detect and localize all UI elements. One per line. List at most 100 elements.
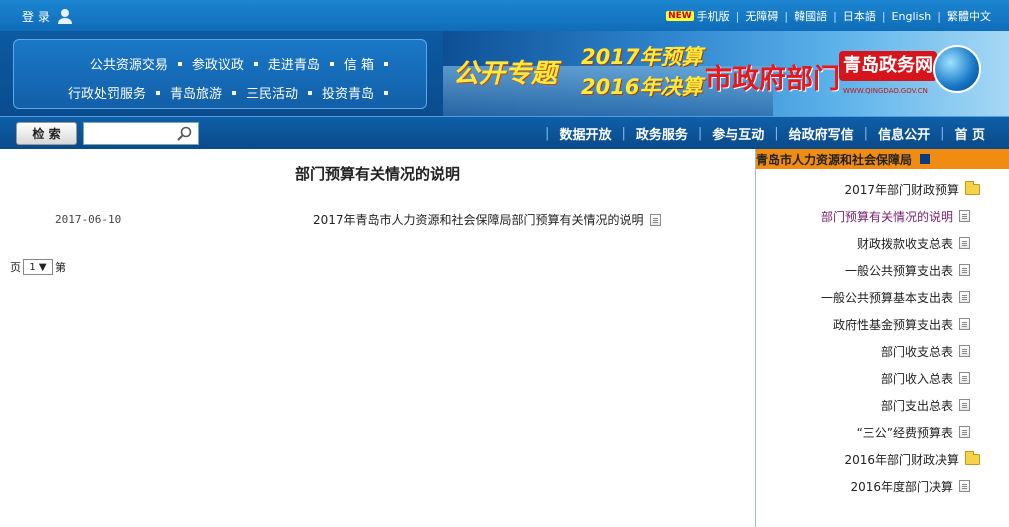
banner-image[interactable]: 公开专题 2017年预算 2016年决算 市政府部门 青岛政务网 WWW.QIN… <box>443 31 1009 116</box>
search-button[interactable]: 检 索 <box>16 122 77 145</box>
menu-interaction[interactable]: 参与互动 <box>702 124 774 143</box>
nav-invest[interactable]: 投资青岛 <box>322 83 398 102</box>
tree-item-three-public[interactable]: “三公”经费预算表 <box>857 422 970 442</box>
banner: 公共资源交易 参政议政 走进青岛 信 箱 行政处罚服务 青岛旅游 三民活动 投资… <box>0 31 1009 116</box>
tree-item-fund-budget[interactable]: 政府性基金预算支出表 <box>833 314 970 334</box>
document-icon <box>959 264 970 276</box>
document-icon <box>959 237 970 249</box>
document-icon <box>959 318 970 330</box>
tree-label: 部门收入总表 <box>880 371 953 386</box>
tree-item-budget-note[interactable]: 部门预算有关情况的说明 <box>821 206 970 226</box>
site-name: 青岛政务网 <box>839 51 937 81</box>
tree-label: 2017年部门财政预算 <box>844 182 959 197</box>
tree-label: 2016年部门财政决算 <box>844 452 959 467</box>
square-icon <box>920 154 931 164</box>
login-link[interactable]: 登 录 <box>22 7 74 25</box>
tree-label: 部门支出总表 <box>880 398 953 413</box>
nav-label: 信 箱 <box>343 58 374 73</box>
nav-political-participation[interactable]: 参政议政 <box>192 54 268 73</box>
nav-label: 走进青岛 <box>267 58 320 73</box>
pager-prefix: 第 <box>55 261 66 274</box>
search-icon[interactable] <box>176 126 192 142</box>
nav-about-qingdao[interactable]: 走进青岛 <box>268 54 344 73</box>
pager-suffix: 页 <box>10 261 21 274</box>
quick-nav: 公共资源交易 参政议政 走进青岛 信 箱 行政处罚服务 青岛旅游 三民活动 投资… <box>13 39 427 109</box>
bullet <box>155 90 160 95</box>
divider: | <box>784 9 789 23</box>
tree-label: 部门预算有关情况的说明 <box>820 209 953 224</box>
tree-folder-2016[interactable]: 2016年部门财政决算 <box>844 449 980 469</box>
main-menu: | 数据开放 | 政务服务 | 参与互动 | 给政府写信 | 信息公开 | 首 … <box>545 117 995 150</box>
document-icon <box>959 345 970 357</box>
tree-label: 2016年度部门决算 <box>850 479 953 494</box>
folder-icon <box>965 450 980 465</box>
sidebar: 青岛市人力资源和社会保障局 2017年部门财政预算 部门预算有关情况的说明 财政… <box>755 149 1009 527</box>
article-link[interactable]: 2017年青岛市人力资源和社会保障局部门预算有关情况的说明 <box>313 211 661 228</box>
sidebar-header: 青岛市人力资源和社会保障局 <box>756 149 1009 169</box>
tree-item-general-basic[interactable]: 一般公共预算基本支出表 <box>821 287 970 307</box>
nav-admin-penalty[interactable]: 行政处罚服务 <box>68 83 170 102</box>
banner-gov: 市政府部门 <box>705 64 840 95</box>
tree-item-dept-expense[interactable]: 部门支出总表 <box>881 395 970 415</box>
bullet <box>384 90 388 95</box>
nav-public-resources[interactable]: 公共资源交易 <box>90 54 192 73</box>
menu-open-data[interactable]: 数据开放 <box>549 124 621 143</box>
nav-label: 参政议政 <box>191 58 244 73</box>
article-date: 2017-06-10 <box>55 213 122 226</box>
top-links: NEW 手机版 | 无障碍 | 韓國語 | 日本語 | English | 繁體… <box>666 8 991 24</box>
divider: | <box>833 9 837 23</box>
banner-year-budget: 2017年预算 <box>581 45 703 69</box>
page-title: 部门预算有关情况的说明 <box>294 165 460 183</box>
nav-mailbox[interactable]: 信 箱 <box>344 54 398 73</box>
banner-topic: 公开专题 <box>453 59 558 89</box>
divider: | <box>735 9 740 23</box>
link-korean[interactable]: 韓國語 <box>794 8 827 24</box>
tree-item-dept-income[interactable]: 部门收入总表 <box>881 368 970 388</box>
top-bar: 登 录 NEW 手机版 | 无障碍 | 韓國語 | 日本語 | English … <box>0 0 1009 31</box>
menu-write-gov[interactable]: 给政府写信 <box>779 124 864 143</box>
bullet <box>231 90 236 95</box>
document-icon <box>959 399 970 411</box>
bullet <box>177 61 182 66</box>
nav-sanmin[interactable]: 三民活动 <box>246 83 322 102</box>
menu-home[interactable]: 首 页 <box>944 124 995 143</box>
site-logo[interactable]: 青岛政务网 WWW.QINGDAO.GOV.CN <box>837 41 987 103</box>
banner-year-final: 2016年决算 <box>581 75 703 99</box>
link-traditional-chinese[interactable]: 繁體中文 <box>947 8 991 24</box>
nav-label: 青岛旅游 <box>169 87 222 102</box>
bullet <box>307 90 312 95</box>
link-accessibility[interactable]: 无障碍 <box>745 8 778 24</box>
menu-info-public[interactable]: 信息公开 <box>868 124 940 143</box>
document-icon <box>959 480 970 492</box>
nav-label: 行政处罚服务 <box>67 87 146 102</box>
document-icon <box>959 210 970 222</box>
link-english[interactable]: English <box>892 10 932 23</box>
document-icon <box>959 426 970 438</box>
nav-tourism[interactable]: 青岛旅游 <box>170 83 246 102</box>
bullet <box>329 61 334 66</box>
tree-item-dept-total[interactable]: 部门收支总表 <box>881 341 970 361</box>
search-box: 检 索 <box>16 122 199 145</box>
menu-services[interactable]: 政务服务 <box>626 124 698 143</box>
site-url: WWW.QINGDAO.GOV.CN <box>843 87 928 95</box>
login-label: 登 录 <box>22 9 50 24</box>
search-input[interactable] <box>83 122 199 145</box>
tree-item-2016-final[interactable]: 2016年度部门决算 <box>850 476 970 496</box>
tree-item-finance-total[interactable]: 财政拨款收支总表 <box>857 233 970 253</box>
bullet <box>253 61 258 66</box>
chevron-down-icon: ▼ <box>38 261 47 273</box>
tree-item-general-expense[interactable]: 一般公共预算支出表 <box>845 260 970 280</box>
link-japanese[interactable]: 日本語 <box>843 8 876 24</box>
nav-label: 公共资源交易 <box>89 58 168 73</box>
tree-label: “三公”经费预算表 <box>856 425 953 440</box>
divider: | <box>937 9 941 23</box>
tree-label: 部门收支总表 <box>880 344 953 359</box>
content-area: 部门预算有关情况的说明 2017-06-10 2017年青岛市人力资源和社会保障… <box>0 149 755 527</box>
document-icon <box>959 372 970 384</box>
page-select[interactable]: 1 ▼ <box>23 259 53 275</box>
link-mobile[interactable]: 手机版 <box>697 8 730 24</box>
tree-folder-2017[interactable]: 2017年部门财政预算 <box>844 179 980 199</box>
tree-label: 政府性基金预算支出表 <box>832 317 953 332</box>
nav-label: 投资青岛 <box>321 87 374 102</box>
pager: 页 1 ▼ 第 <box>10 259 66 275</box>
